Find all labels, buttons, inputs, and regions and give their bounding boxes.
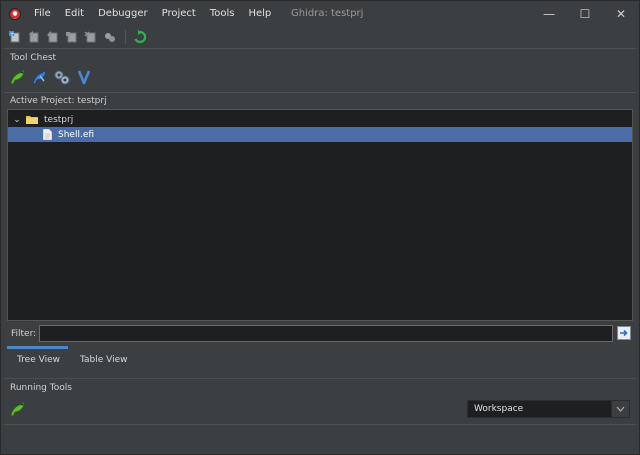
view-tabs: Tree View Table View <box>7 349 137 371</box>
tool-chest-label: Tool Chest <box>10 53 57 63</box>
filter-input[interactable] <box>39 325 613 342</box>
version-tracking-icon[interactable] <box>53 68 71 86</box>
active-project-label: Active Project: testprj <box>10 96 107 106</box>
close-project-icon[interactable] <box>45 29 61 45</box>
emulator-icon[interactable] <box>75 68 93 86</box>
svg-text:+: + <box>10 31 15 38</box>
ghidra-logo-icon <box>9 8 21 20</box>
filter-label: Filter: <box>11 329 37 339</box>
menu-debugger[interactable]: Debugger <box>91 1 155 27</box>
ghidra-project-window: File Edit Debugger Project Tools Help Gh… <box>0 0 640 455</box>
menu-file[interactable]: File <box>27 1 58 27</box>
tree-node-folder[interactable]: ⌄ testprj <box>8 112 632 127</box>
workspace-value: Workspace <box>474 404 524 414</box>
filter-options-icon[interactable] <box>617 326 631 340</box>
main-toolbar: + <box>1 27 639 47</box>
save-project-icon[interactable] <box>64 29 80 45</box>
dragon-debugger-icon[interactable] <box>31 68 49 86</box>
new-project-icon[interactable]: + <box>7 29 23 45</box>
menu-tools[interactable]: Tools <box>203 1 242 27</box>
window-controls: — ☐ ✕ <box>531 1 639 27</box>
menu-edit[interactable]: Edit <box>58 1 91 27</box>
refresh-icon[interactable] <box>132 29 148 45</box>
minimize-button[interactable]: — <box>531 1 567 27</box>
workspace-select[interactable]: Workspace <box>467 400 630 418</box>
window-title: Ghidra: testprj <box>291 8 364 19</box>
tree-label: Shell.efi <box>58 129 95 140</box>
file-icon <box>43 129 52 140</box>
divider <box>4 48 636 49</box>
divider <box>4 424 636 425</box>
chevron-down-icon[interactable]: ⌄ <box>12 115 22 125</box>
archive-icon[interactable] <box>102 29 118 45</box>
tab-table-view[interactable]: Table View <box>70 349 138 371</box>
running-tools-label: Running Tools <box>10 383 72 393</box>
tree-node-file[interactable]: Shell.efi <box>8 127 632 142</box>
tool-chest <box>9 68 97 86</box>
tree-label: testprj <box>44 114 74 125</box>
folder-icon <box>26 116 38 124</box>
toolbar-separator <box>125 30 126 44</box>
dragon-codebrowser-icon[interactable] <box>9 400 27 418</box>
menu-help[interactable]: Help <box>241 1 278 27</box>
divider <box>4 378 636 379</box>
open-project-icon[interactable] <box>26 29 42 45</box>
delete-project-icon[interactable] <box>83 29 99 45</box>
close-button[interactable]: ✕ <box>603 1 639 27</box>
divider <box>4 92 636 93</box>
dragon-codebrowser-icon[interactable] <box>9 68 27 86</box>
title-bar: File Edit Debugger Project Tools Help Gh… <box>1 1 639 27</box>
chevron-down-icon[interactable] <box>611 401 629 417</box>
project-tree[interactable]: ⌄ testprj Shell.efi <box>7 109 633 321</box>
maximize-button[interactable]: ☐ <box>567 1 603 27</box>
menu-project[interactable]: Project <box>155 1 203 27</box>
menu-bar: File Edit Debugger Project Tools Help <box>27 1 278 27</box>
tab-tree-view[interactable]: Tree View <box>7 349 70 371</box>
